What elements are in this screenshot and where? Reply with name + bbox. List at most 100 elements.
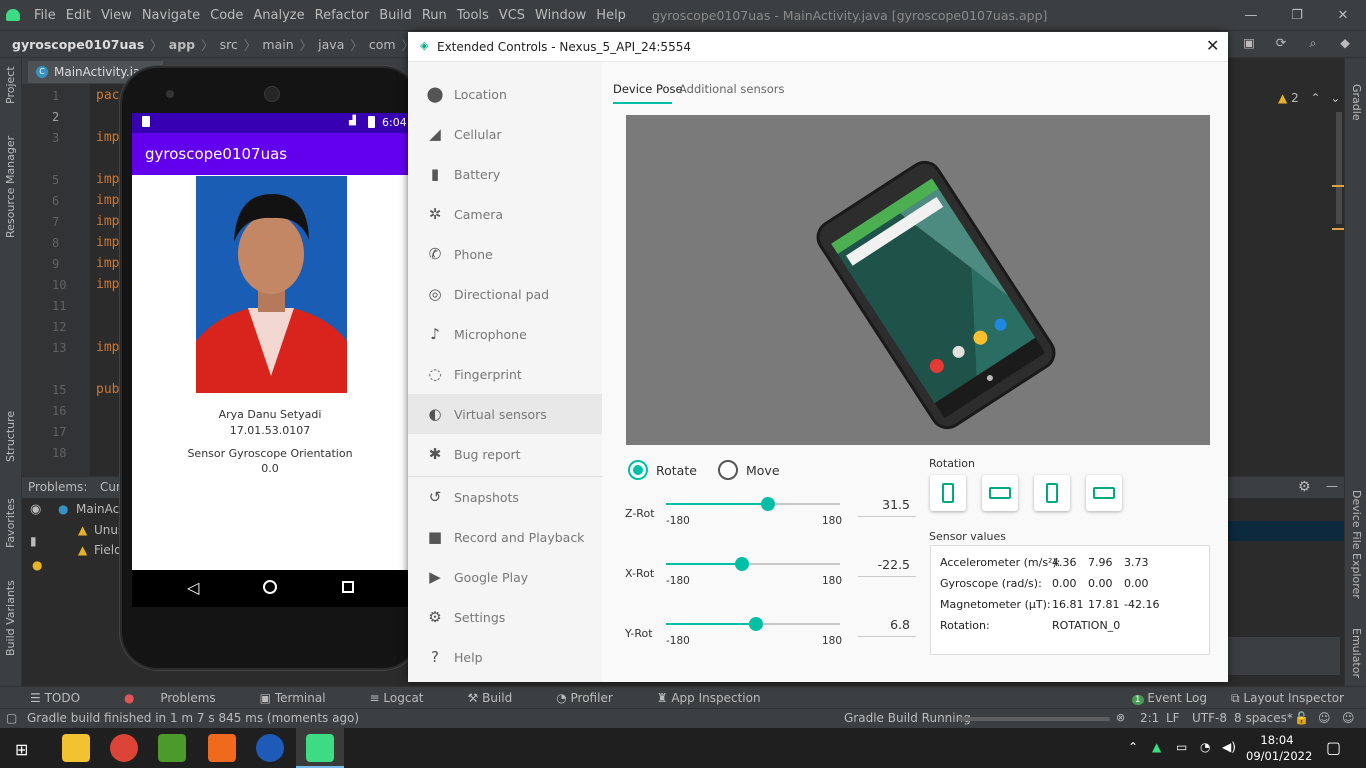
sidebar-item-camera[interactable]: ✲ Camera <box>408 194 602 234</box>
sidebar-item-location[interactable]: ⬤ Location <box>408 74 602 114</box>
code-line[interactable]: imp <box>96 193 119 208</box>
sidebar-item-fingerprint[interactable]: ◌ Fingerprint <box>408 354 602 394</box>
chevron-up-icon[interactable]: ⌃ <box>1128 740 1138 754</box>
home-icon[interactable] <box>263 580 277 594</box>
sidebar-item-virtual-sensors[interactable]: ◐ Virtual sensors <box>408 394 602 434</box>
slider-value[interactable]: 31.5 <box>850 497 910 512</box>
sidebar-item-microphone[interactable]: ♪ Microphone <box>408 314 602 354</box>
tab-device-pose[interactable]: Device Pose <box>613 82 683 96</box>
sidebar-item-directional-pad[interactable]: ◎ Directional pad <box>408 274 602 314</box>
problems-selected-row[interactable] <box>1226 521 1344 541</box>
sidebar-item-google-play[interactable]: ▶ Google Play <box>408 557 602 597</box>
structure-tool-tab[interactable]: Structure <box>4 411 17 462</box>
code-line[interactable]: imp <box>96 340 119 355</box>
project-tool-tab[interactable]: Project <box>4 66 17 104</box>
layout-icon[interactable]: ▮ <box>30 534 37 548</box>
menu-navigate[interactable]: Navigate <box>142 8 200 23</box>
indent-setting[interactable]: 8 spaces* <box>1234 711 1293 725</box>
chevron-up-icon[interactable]: ⌃ <box>1311 91 1321 105</box>
sidebar-item-settings[interactable]: ⚙ Settings <box>408 597 602 637</box>
tab-additional-sensors[interactable]: Additional sensors <box>679 82 785 96</box>
back-icon[interactable]: ◁ <box>187 578 199 597</box>
breadcrumb-src[interactable]: src <box>220 37 238 52</box>
menu-view[interactable]: View <box>101 8 132 23</box>
minimize-panel-icon[interactable]: — <box>1326 479 1338 493</box>
eye-icon[interactable]: ◉ <box>30 502 41 517</box>
word-icon[interactable] <box>256 734 284 762</box>
lock-icon[interactable]: 🔓 <box>1294 711 1309 725</box>
menu-code[interactable]: Code <box>210 8 243 23</box>
editor-scrollbar[interactable] <box>1336 112 1342 224</box>
sidebar-item-phone[interactable]: ✆ Phone <box>408 234 602 274</box>
menu-tools[interactable]: Tools <box>457 8 489 23</box>
slider-value[interactable]: -22.5 <box>850 557 910 572</box>
recents-icon[interactable] <box>342 581 354 593</box>
background-task-label[interactable]: Gradle Build Running <box>844 711 971 725</box>
rotate-reverse-landscape-button[interactable] <box>1086 475 1122 511</box>
menu-vcs[interactable]: VCS <box>499 8 525 23</box>
sidebar-item-help[interactable]: ? Help <box>408 637 602 677</box>
maximize-icon[interactable]: ❐ <box>1274 0 1320 30</box>
resource-manager-tool-tab[interactable]: Resource Manager <box>4 136 17 238</box>
menu-analyze[interactable]: Analyze <box>253 8 304 23</box>
menu-file[interactable]: File <box>34 8 56 23</box>
device-pose-viewport[interactable] <box>626 115 1210 445</box>
tool-todo[interactable]: ☰ TODO <box>30 691 102 705</box>
favorites-tool-tab[interactable]: Favorites <box>4 498 17 548</box>
rotate-radio[interactable] <box>628 460 648 480</box>
problems-tree-item[interactable]: Field <box>94 543 122 557</box>
sidebar-item-battery[interactable]: ▮ Battery <box>408 154 602 194</box>
device-file-explorer-tool-tab[interactable]: Device File Explorer <box>1350 490 1363 599</box>
inspection-profile-icon[interactable]: ☺ <box>1318 711 1331 725</box>
chrome-icon[interactable] <box>110 734 138 762</box>
volume-icon[interactable]: ◀) <box>1222 740 1236 754</box>
chevron-down-icon[interactable]: ⌄ <box>1330 91 1340 105</box>
tool-app-inspection[interactable]: ♜ App Inspection <box>657 691 783 705</box>
tool-terminal[interactable]: ▣ Terminal <box>260 691 348 705</box>
problems-tree-file[interactable]: MainAct <box>76 502 124 516</box>
windows-start-icon[interactable]: ⊞ <box>15 740 28 759</box>
close-icon[interactable]: ✕ <box>1206 36 1219 55</box>
tool-event-log[interactable]: 1 Event Log <box>1131 691 1207 706</box>
breadcrumb-java[interactable]: java <box>318 37 344 52</box>
code-line[interactable]: imp <box>96 256 119 271</box>
xampp-icon[interactable] <box>208 734 236 762</box>
slider-value[interactable]: 6.8 <box>850 617 910 632</box>
file-explorer-icon[interactable] <box>62 734 90 762</box>
tool-build[interactable]: ⚒ Build <box>468 691 535 705</box>
taskbar-active-app[interactable] <box>296 728 344 768</box>
taskbar-clock[interactable]: 18:04 09/01/2022 <box>1246 732 1312 764</box>
code-line[interactable]: imp <box>96 235 119 250</box>
code-line[interactable]: imp <box>96 214 119 229</box>
sdk-manager-icon[interactable]: ▣ <box>1240 35 1258 53</box>
code-line[interactable]: imp <box>96 130 119 145</box>
ide-logo-icon[interactable]: ◆ <box>1336 35 1354 53</box>
line-separator[interactable]: LF <box>1166 711 1180 725</box>
code-line[interactable]: pub <box>96 382 119 397</box>
warning-marker[interactable] <box>1332 228 1344 230</box>
close-icon[interactable]: ✕ <box>1320 0 1366 30</box>
breadcrumb-com[interactable]: com <box>369 37 396 52</box>
notifications-icon[interactable]: ☺ <box>1342 711 1355 725</box>
emulator-tool-tab[interactable]: Emulator <box>1350 628 1363 678</box>
gear-icon[interactable]: ⚙ <box>1298 479 1311 495</box>
minimize-icon[interactable]: — <box>1228 0 1274 30</box>
menu-run[interactable]: Run <box>422 8 447 23</box>
breadcrumb-app[interactable]: app <box>169 37 195 52</box>
warning-marker[interactable] <box>1332 185 1344 187</box>
code-line[interactable]: imp <box>96 172 119 187</box>
menu-build[interactable]: Build <box>379 8 412 23</box>
move-radio[interactable] <box>718 460 738 480</box>
lightbulb-icon[interactable]: ● <box>32 558 42 572</box>
sidebar-item-bug-report[interactable]: ✱ Bug report <box>408 434 602 474</box>
android-tray-icon[interactable]: ▲ <box>1152 740 1161 754</box>
cancel-task-icon[interactable]: ⊗ <box>1116 711 1125 724</box>
search-icon[interactable]: ⌕ <box>1304 35 1322 53</box>
tool-logcat[interactable]: ≡ Logcat <box>370 691 446 705</box>
rotate-landscape-button[interactable] <box>982 475 1018 511</box>
gradle-tool-tab[interactable]: Gradle <box>1350 84 1363 121</box>
menu-refactor[interactable]: Refactor <box>315 8 370 23</box>
notification-center-icon[interactable]: ▢ <box>1326 738 1341 757</box>
sync-icon[interactable]: ⟳ <box>1272 35 1290 53</box>
menu-edit[interactable]: Edit <box>66 8 91 23</box>
